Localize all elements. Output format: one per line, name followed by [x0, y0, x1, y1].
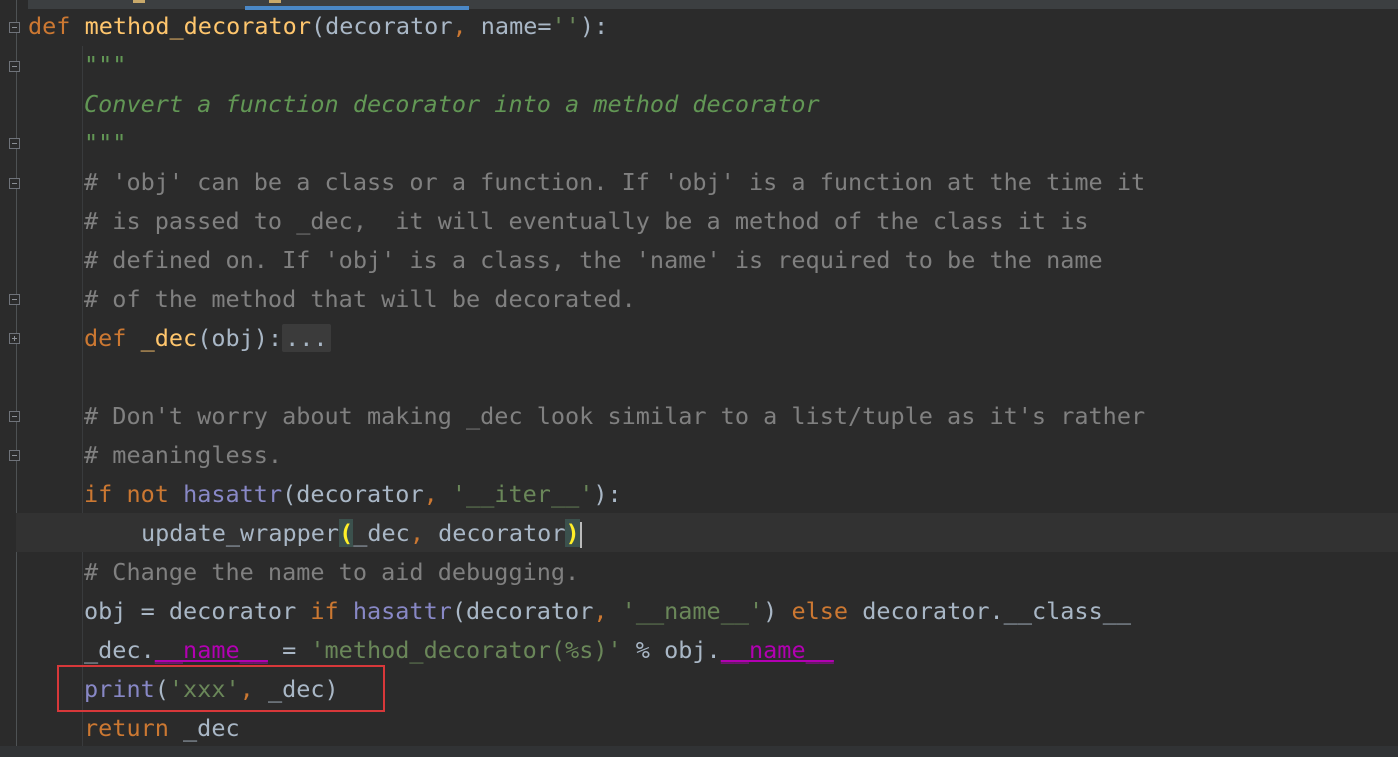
annotation-highlight-box [57, 665, 385, 712]
fold-collapse-icon[interactable] [9, 411, 20, 422]
comment: # Don't worry about making _dec look sim… [84, 402, 1146, 430]
builtin-function: hasattr [352, 597, 452, 625]
keyword-if: if [310, 597, 339, 625]
function-name: _dec [140, 324, 198, 352]
comma: , [593, 597, 608, 625]
function-call: update_wrapper [141, 519, 340, 547]
horizontal-scrollbar[interactable] [0, 746, 1398, 757]
indent-guide [82, 46, 83, 746]
string-literal: '__name__' [621, 597, 764, 625]
comment: # defined on. If 'obj' is a class, the '… [84, 246, 1103, 274]
keyword-else: else [791, 597, 849, 625]
comment: # 'obj' can be a class or a function. If… [84, 168, 1146, 196]
brace-match-close: ) [565, 519, 580, 547]
expression: % obj. [621, 636, 721, 664]
keyword-not: not [126, 480, 169, 508]
fold-collapse-icon[interactable] [9, 138, 20, 149]
string-literal: '__iter__' [451, 480, 594, 508]
code-line-9[interactable]: def _dec(obj):... [84, 319, 331, 358]
code-line-16[interactable]: obj = decorator if hasattr(decorator, '_… [84, 592, 1131, 631]
code-line-15[interactable]: # Change the name to aid debugging. [84, 553, 579, 592]
magic-attribute: __name__ [720, 636, 834, 664]
docstring: Convert a function decorator into a meth… [84, 90, 820, 118]
parameter: name= [466, 12, 552, 40]
fold-collapse-icon[interactable] [9, 22, 20, 33]
comment: # of the method that will be decorated. [84, 285, 636, 313]
code-line-19[interactable]: return _dec [84, 709, 240, 748]
punctuation: ): [579, 12, 609, 40]
code-editor[interactable]: def method_decorator(decorator, name='')… [0, 0, 1398, 757]
identifier: _dec. [84, 636, 155, 664]
string-literal: '' [551, 12, 580, 40]
operator: = [267, 636, 311, 664]
docstring: """ [84, 51, 127, 79]
gutter-separator [16, 0, 17, 757]
expression: decorator.__class__ [848, 597, 1132, 625]
code-line-8[interactable]: # of the method that will be decorated. [84, 280, 636, 319]
editor-gutter [0, 0, 28, 757]
return-value: _dec [168, 714, 240, 742]
code-line-13[interactable]: if not hasattr(decorator, '__iter__'): [84, 475, 622, 514]
fold-collapse-icon[interactable] [9, 450, 20, 461]
code-line-11[interactable]: # Don't worry about making _dec look sim… [84, 397, 1145, 436]
string-literal: 'method_decorator(%s)' [310, 636, 622, 664]
comma: , [452, 12, 467, 40]
code-line-5[interactable]: # 'obj' can be a class or a function. If… [84, 163, 1145, 202]
comma: , [409, 519, 424, 547]
keyword-return: return [84, 714, 169, 742]
fold-expand-icon[interactable] [9, 333, 20, 344]
argument: _dec [353, 519, 410, 547]
function-name: method_decorator [84, 12, 311, 40]
keyword-def: def [84, 324, 127, 352]
code-line-4[interactable]: """ [84, 124, 126, 163]
punctuation: ) [763, 597, 792, 625]
punctuation: ): [593, 480, 622, 508]
keyword-def: def [28, 12, 71, 40]
docstring: """ [84, 129, 127, 157]
assignment: obj = decorator [84, 597, 311, 625]
fold-collapse-icon[interactable] [9, 178, 20, 189]
code-line-6[interactable]: # is passed to _dec, it will eventually … [84, 202, 1089, 241]
code-line-2[interactable]: """ [84, 46, 126, 85]
argument: (decorator [451, 597, 594, 625]
code-line-7[interactable]: # defined on. If 'obj' is a class, the '… [84, 241, 1103, 280]
brace-match-open: ( [339, 519, 354, 547]
magic-attribute: __name__ [154, 636, 268, 664]
comment: # Change the name to aid debugging. [84, 558, 580, 586]
folded-code-placeholder[interactable]: ... [282, 324, 331, 352]
text-caret [579, 521, 582, 548]
comma: , [423, 480, 438, 508]
keyword-if: if [84, 480, 113, 508]
fold-collapse-icon[interactable] [9, 61, 20, 72]
code-line-1[interactable]: def method_decorator(decorator, name='')… [28, 7, 608, 46]
tab-marker-left [133, 0, 145, 3]
tab-marker-right [269, 0, 281, 3]
builtin-function: hasattr [183, 480, 283, 508]
argument: (decorator [282, 480, 424, 508]
code-line-12[interactable]: # meaningless. [84, 436, 282, 475]
comment: # meaningless. [84, 441, 283, 469]
parameter-list: (obj): [197, 324, 283, 352]
parameter: (decorator [310, 12, 453, 40]
code-line-3[interactable]: Convert a function decorator into a meth… [84, 85, 820, 124]
code-line-14[interactable]: update_wrapper(_dec, decorator) [141, 514, 582, 553]
fold-collapse-icon[interactable] [9, 294, 20, 305]
argument: decorator [423, 519, 566, 547]
comment: # is passed to _dec, it will eventually … [84, 207, 1089, 235]
